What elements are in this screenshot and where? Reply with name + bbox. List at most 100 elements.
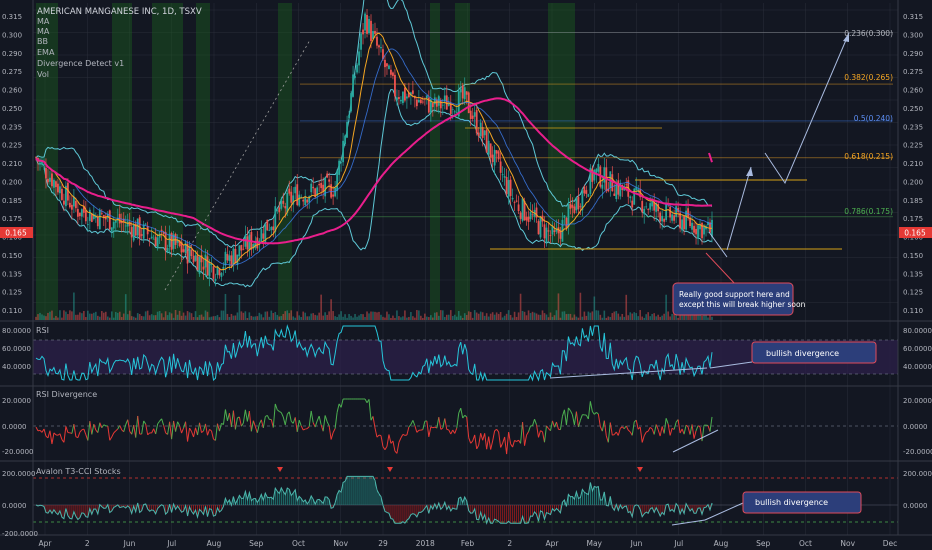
volume-bar bbox=[611, 313, 614, 320]
indicator-bb[interactable]: BB bbox=[37, 37, 48, 46]
volume-bar bbox=[77, 314, 79, 320]
volume-bar bbox=[204, 310, 207, 320]
candle-body bbox=[645, 206, 648, 208]
candle-body bbox=[495, 150, 498, 154]
volume-bar bbox=[244, 311, 247, 320]
rsi-div-segment bbox=[37, 429, 41, 432]
volume-bar bbox=[647, 312, 649, 320]
candle-body bbox=[527, 216, 530, 222]
volume-bar bbox=[274, 311, 277, 320]
indicator-divergence-detect[interactable]: Divergence Detect v1 bbox=[37, 59, 124, 68]
volume-bar bbox=[497, 313, 500, 320]
volume-bar bbox=[296, 311, 299, 320]
price-tick-right: 0.135 bbox=[903, 270, 923, 278]
candle-body bbox=[136, 218, 139, 236]
candle-body bbox=[152, 238, 155, 240]
volume-bar bbox=[37, 314, 39, 320]
x-axis-tick: Apr bbox=[546, 539, 560, 548]
rsi-div-segment bbox=[432, 426, 435, 429]
candle-body bbox=[364, 13, 366, 31]
volume-bar bbox=[707, 317, 709, 320]
indicator-ema[interactable]: EMA bbox=[37, 48, 55, 57]
volume-bar bbox=[292, 316, 295, 320]
volume-bar bbox=[326, 314, 328, 320]
candle-body bbox=[515, 200, 518, 202]
volume-bar bbox=[104, 311, 107, 320]
candle-body bbox=[346, 121, 348, 138]
volume-bar bbox=[481, 312, 484, 320]
indicator-volume[interactable]: Vol bbox=[37, 70, 49, 79]
candle-body bbox=[154, 236, 157, 247]
volume-bar bbox=[655, 316, 657, 320]
volume-bar bbox=[445, 314, 448, 320]
candle-body bbox=[76, 209, 79, 217]
volume-bar bbox=[200, 314, 203, 320]
volume-bar bbox=[589, 312, 592, 320]
volume-bar bbox=[519, 293, 522, 320]
candle-body bbox=[481, 126, 484, 138]
x-axis-tick: Aug bbox=[207, 539, 222, 548]
cci-divergence-annotation[interactable]: bullish divergence bbox=[742, 491, 862, 514]
volume-bar bbox=[669, 316, 671, 320]
volume-bar bbox=[461, 317, 464, 320]
candle-body bbox=[451, 109, 454, 110]
indicator-ma-1[interactable]: MA bbox=[37, 17, 50, 26]
candle-body bbox=[278, 207, 281, 213]
price-tick-right: 0.110 bbox=[903, 307, 923, 315]
candle-body bbox=[545, 227, 548, 243]
volume-bar bbox=[422, 317, 424, 320]
volume-bar bbox=[188, 312, 191, 320]
volume-bar bbox=[392, 315, 394, 320]
price-tick-left: 0.290 bbox=[2, 50, 22, 58]
volume-bar bbox=[441, 310, 444, 320]
volume-bar bbox=[408, 316, 410, 320]
volume-bar bbox=[396, 310, 398, 320]
volume-bar bbox=[657, 314, 659, 320]
volume-bar bbox=[364, 317, 366, 320]
volume-bar bbox=[438, 315, 440, 320]
price-tick-left: 0.135 bbox=[2, 270, 22, 278]
volume-bar bbox=[128, 310, 131, 320]
current-price-right: 0.165 bbox=[904, 229, 926, 238]
volume-bar bbox=[59, 310, 61, 320]
rsi-annotation-text: bullish divergence bbox=[766, 349, 839, 358]
candle-body bbox=[190, 249, 193, 257]
volume-bar bbox=[635, 313, 638, 320]
candle-body bbox=[260, 229, 263, 242]
candle-body bbox=[290, 191, 293, 203]
volume-bar bbox=[232, 315, 235, 320]
volume-bar bbox=[210, 316, 213, 320]
x-axis-tick: Dec bbox=[883, 539, 898, 548]
candle-body bbox=[394, 74, 396, 97]
volume-bar bbox=[424, 313, 426, 320]
candle-body bbox=[617, 180, 620, 195]
candle-body bbox=[483, 130, 486, 136]
candle-body bbox=[509, 179, 512, 197]
volume-bar bbox=[41, 314, 43, 320]
volume-bar bbox=[300, 316, 303, 320]
volume-bar bbox=[51, 310, 53, 320]
x-axis-tick: Nov bbox=[840, 539, 855, 548]
volume-bar bbox=[49, 311, 51, 320]
candle-body bbox=[214, 278, 217, 281]
volume-bar bbox=[122, 313, 125, 320]
candle-body bbox=[563, 215, 566, 218]
volume-bar bbox=[535, 313, 538, 320]
volume-bar bbox=[374, 311, 376, 320]
indicator-ma-2[interactable]: MA bbox=[37, 27, 50, 36]
rsi-divergence-annotation[interactable]: bullish divergence bbox=[751, 341, 877, 364]
volume-bar bbox=[477, 313, 480, 320]
candle-body bbox=[226, 254, 229, 261]
candle-body bbox=[348, 114, 350, 118]
volume-bar bbox=[184, 315, 187, 320]
volume-bar bbox=[332, 311, 334, 320]
volume-bar bbox=[701, 315, 703, 320]
candle-body bbox=[220, 273, 223, 277]
candle-body bbox=[182, 249, 185, 252]
candle-body bbox=[98, 209, 101, 230]
support-annotation[interactable]: Really good support here and except this… bbox=[672, 282, 806, 316]
price-chart[interactable]: 0.315 0.315 0.300 0.300 0.290 0.290 0.275 0.275… bbox=[0, 0, 932, 550]
volume-bar bbox=[539, 314, 542, 320]
candle-body bbox=[240, 244, 243, 251]
volume-bar bbox=[521, 310, 524, 320]
